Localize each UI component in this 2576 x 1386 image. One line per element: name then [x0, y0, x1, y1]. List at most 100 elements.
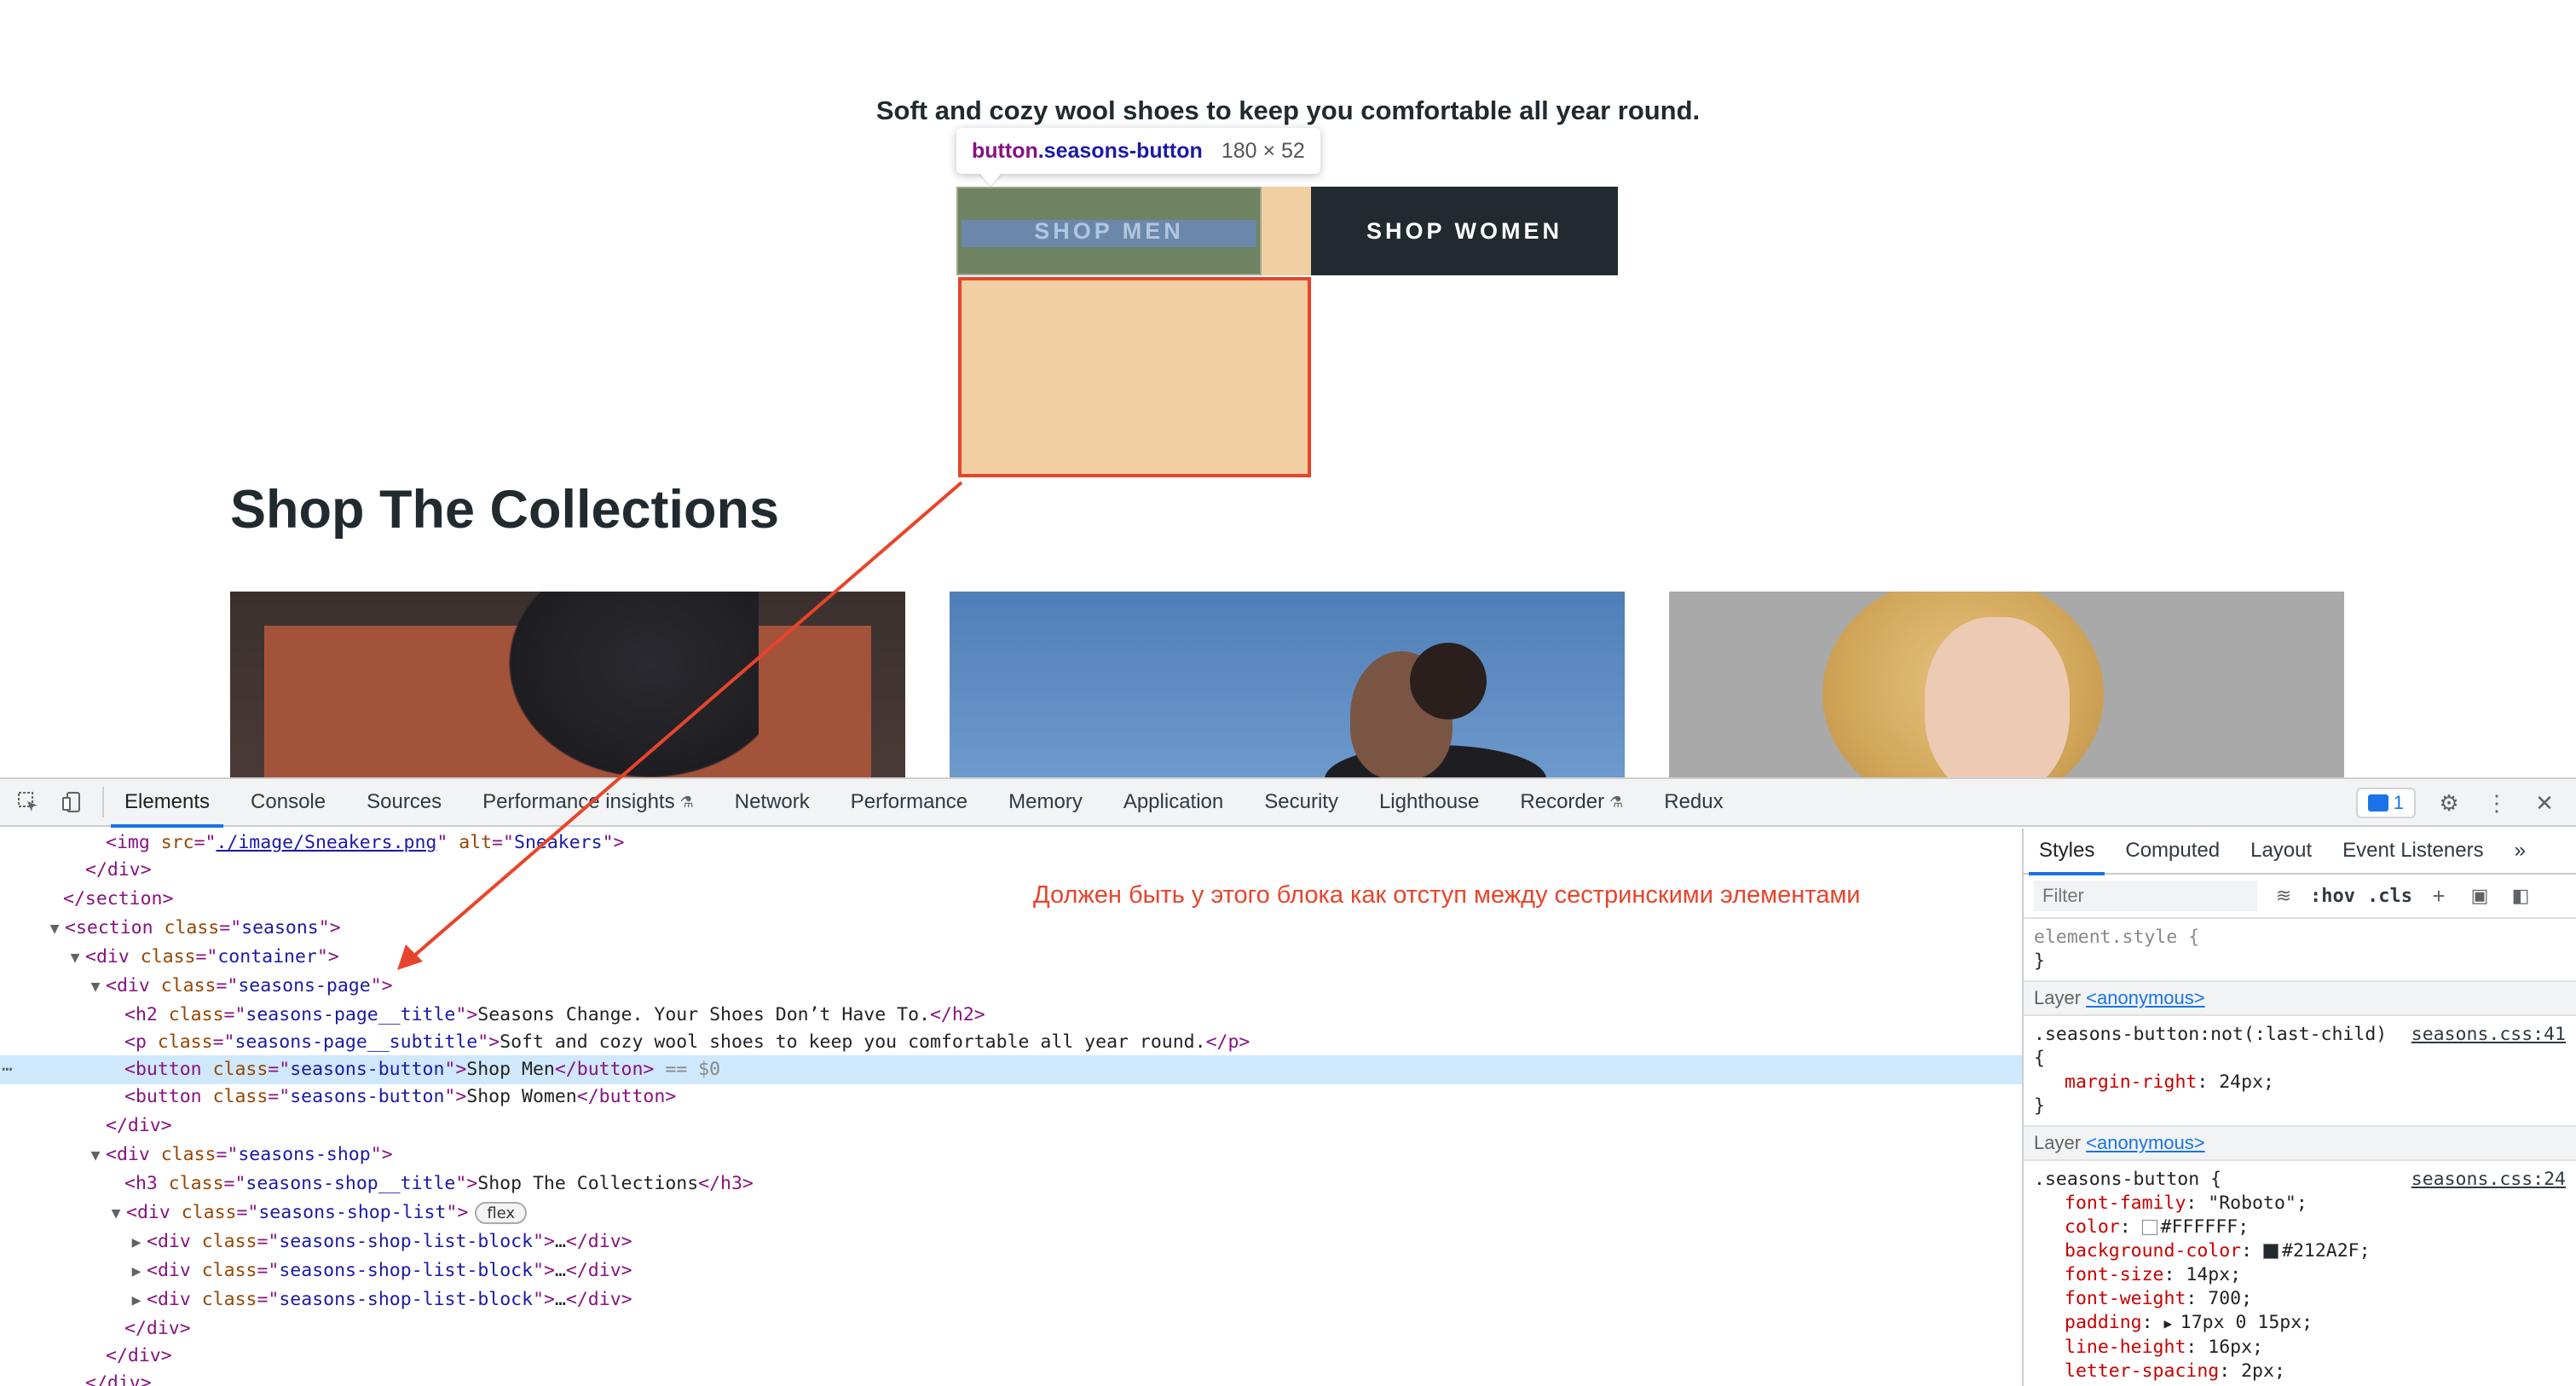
- dom-node[interactable]: <button class="seasons-button">Shop Wome…: [0, 1083, 2022, 1112]
- css-property[interactable]: font-weight: 700;: [2034, 1287, 2566, 1311]
- layer-link[interactable]: <anonymous>: [2086, 1132, 2204, 1153]
- dom-node[interactable]: ▶ <div class="seasons-shop-list-block">…<…: [0, 1227, 2022, 1256]
- hov-button[interactable]: :hov: [2310, 886, 2355, 907]
- css-property[interactable]: padding: ▶ 17px 0 15px;: [2034, 1311, 2566, 1336]
- collection-card-1[interactable]: [230, 592, 905, 777]
- tab-sources[interactable]: Sources: [346, 778, 462, 826]
- tab-network[interactable]: Network: [714, 778, 830, 826]
- collapse-triangle-icon[interactable]: ▶: [126, 1257, 147, 1286]
- dom-node[interactable]: ▼ <div class="seasons-page">: [0, 972, 2022, 1001]
- color-swatch: [2263, 1244, 2279, 1259]
- rule-source-link[interactable]: seasons.css:41: [2411, 1023, 2566, 1047]
- devtools-panel: Elements Console Sources Performance insigh…: [0, 777, 2576, 1386]
- seasons-subtitle: Soft and cozy wool shoes to keep you com…: [875, 95, 1701, 125]
- message-icon: [2367, 794, 2388, 811]
- collection-card-3[interactable]: [1669, 592, 2344, 777]
- rule-not-last-child[interactable]: .seasons-button:not(:last-child) { seaso…: [2024, 1016, 2576, 1127]
- tab-redux[interactable]: Redux: [1643, 778, 1743, 826]
- styles-pane: StylesComputedLayoutEvent Listeners» ≋ :…: [2022, 829, 2576, 1386]
- annotation-text: Должен быть у этого блока как отступ меж…: [1033, 881, 1861, 909]
- dom-node[interactable]: ▼ <div class="seasons-shop-list"> flex: [0, 1198, 2022, 1227]
- css-property[interactable]: font-family: "Roboto";: [2034, 1192, 2566, 1216]
- tab-application[interactable]: Application: [1103, 778, 1244, 826]
- tab-recorder[interactable]: Recorder ⚗: [1499, 778, 1643, 826]
- css-property[interactable]: background-color: #212A2F;: [2034, 1239, 2566, 1263]
- color-swatch: [2141, 1220, 2157, 1235]
- devtools-tabs: Elements Console Sources Performance insigh…: [104, 778, 1744, 828]
- shop-women-button[interactable]: SHOP WOMEN: [1311, 187, 1618, 275]
- expand-triangle-icon[interactable]: ▼: [44, 915, 65, 944]
- dom-node[interactable]: </div>: [0, 1112, 2022, 1141]
- tab-security[interactable]: Security: [1244, 778, 1359, 826]
- shop-men-button[interactable]: SHOP MEN: [956, 187, 1262, 275]
- dom-node[interactable]: </div>: [0, 856, 2022, 885]
- styles-tab-layout[interactable]: Layout: [2235, 829, 2327, 874]
- more-tabs-icon[interactable]: »: [2499, 829, 2541, 874]
- tab-elements[interactable]: Elements: [104, 778, 230, 828]
- toggle-renderings-icon[interactable]: ≋: [2269, 881, 2298, 910]
- dom-node[interactable]: <img src="./image/Sneakers.png" alt="Sne…: [0, 829, 2022, 858]
- expand-triangle-icon[interactable]: ▼: [106, 1199, 126, 1228]
- styles-tab-event-listeners[interactable]: Event Listeners: [2327, 829, 2498, 874]
- flex-badge[interactable]: flex: [475, 1202, 528, 1224]
- paint-icon[interactable]: ▣: [2465, 881, 2494, 910]
- layer-header: Layer <anonymous>: [2024, 982, 2576, 1016]
- css-property[interactable]: line-height: 16px;: [2034, 1336, 2566, 1360]
- dom-node-selected[interactable]: ⋯ <button class="seasons-button">Shop Men…: [0, 1055, 2022, 1084]
- dom-node[interactable]: <h2 class="seasons-page__title">Seasons …: [0, 1001, 2022, 1030]
- tab-performance-insights[interactable]: Performance insights ⚗: [462, 778, 714, 826]
- styles-tab-styles[interactable]: Styles: [2024, 829, 2110, 875]
- tooltip-class: .seasons-button: [1037, 138, 1203, 163]
- inspect-tooltip: button.seasons-button 180 × 52: [956, 128, 1320, 174]
- css-property[interactable]: letter-spacing: 2px;: [2034, 1360, 2566, 1383]
- css-property[interactable]: font-size: 14px;: [2034, 1263, 2566, 1287]
- rule-source-link[interactable]: seasons.css:24: [2411, 1168, 2566, 1192]
- margin-highlight: [1262, 187, 1311, 275]
- dom-node[interactable]: <p class="seasons-page__subtitle">Soft a…: [0, 1028, 2022, 1057]
- devtools-tabbar: Elements Console Sources Performance insigh…: [0, 778, 2576, 828]
- tab-lighthouse[interactable]: Lighthouse: [1359, 778, 1499, 826]
- page-preview: Soft and cozy wool shoes to keep you com…: [0, 0, 2576, 777]
- expand-triangle-icon[interactable]: ▼: [85, 973, 106, 1002]
- layer-link[interactable]: <anonymous>: [2086, 987, 2204, 1008]
- dom-node[interactable]: </div>: [0, 1369, 2022, 1386]
- dom-node[interactable]: ▼ <div class="container">: [0, 943, 2022, 972]
- tab-console[interactable]: Console: [230, 778, 346, 826]
- layer-header: Layer <anonymous>: [2024, 1127, 2576, 1161]
- collapse-triangle-icon[interactable]: ▶: [126, 1286, 147, 1315]
- device-toolbar-icon[interactable]: [58, 788, 87, 817]
- cls-button[interactable]: .cls: [2367, 886, 2412, 907]
- element-style-rule[interactable]: element.style { }: [2024, 919, 2576, 982]
- close-icon[interactable]: ✕: [2530, 788, 2559, 817]
- styles-tabs: Styles Computed Layout Event Listeners»: [2024, 829, 2576, 875]
- dom-node[interactable]: </div>: [0, 1342, 2022, 1371]
- collections-title: Shop The Collections: [230, 480, 780, 540]
- more-options-icon[interactable]: ⋮: [2482, 788, 2511, 817]
- dom-node[interactable]: ▶ <div class="seasons-shop-list-block">…<…: [0, 1285, 2022, 1314]
- settings-gear-icon[interactable]: ⚙: [2434, 788, 2463, 817]
- dom-node[interactable]: </div>: [0, 1314, 2022, 1343]
- issues-badge[interactable]: 1: [2355, 788, 2416, 818]
- dom-node[interactable]: ▼ <div class="seasons-shop">: [0, 1141, 2022, 1169]
- collection-card-2[interactable]: [950, 592, 1625, 777]
- annotation-box: [958, 277, 1311, 477]
- more-dots-icon[interactable]: ⋯: [2, 1055, 13, 1084]
- new-rule-icon[interactable]: +: [2424, 881, 2453, 910]
- sidebar-toggle-icon[interactable]: ◧: [2506, 881, 2535, 910]
- inspect-element-icon[interactable]: [14, 788, 43, 817]
- elements-tree: <img src="./image/Sneakers.png" alt="Sne…: [0, 829, 2022, 1386]
- styles-filter-input[interactable]: [2034, 881, 2257, 911]
- tooltip-tag: button: [972, 138, 1038, 163]
- tab-memory[interactable]: Memory: [988, 778, 1103, 826]
- tooltip-arrow: [979, 172, 1002, 186]
- styles-tab-computed[interactable]: Computed: [2110, 829, 2235, 874]
- rule-seasons-button[interactable]: .seasons-button { seasons.css:24 font-fa…: [2024, 1161, 2576, 1386]
- collapse-triangle-icon[interactable]: ▶: [126, 1228, 147, 1257]
- expand-triangle-icon[interactable]: ▼: [85, 1141, 106, 1170]
- css-property[interactable]: color: #FFFFFF;: [2034, 1216, 2566, 1239]
- expand-triangle-icon[interactable]: ▼: [65, 944, 85, 973]
- dom-node[interactable]: <h3 class="seasons-shop__title">Shop The…: [0, 1169, 2022, 1198]
- dom-node[interactable]: ▶ <div class="seasons-shop-list-block">…<…: [0, 1256, 2022, 1285]
- tab-performance[interactable]: Performance: [830, 778, 988, 826]
- dom-node[interactable]: ▼ <section class="seasons">: [0, 914, 2022, 943]
